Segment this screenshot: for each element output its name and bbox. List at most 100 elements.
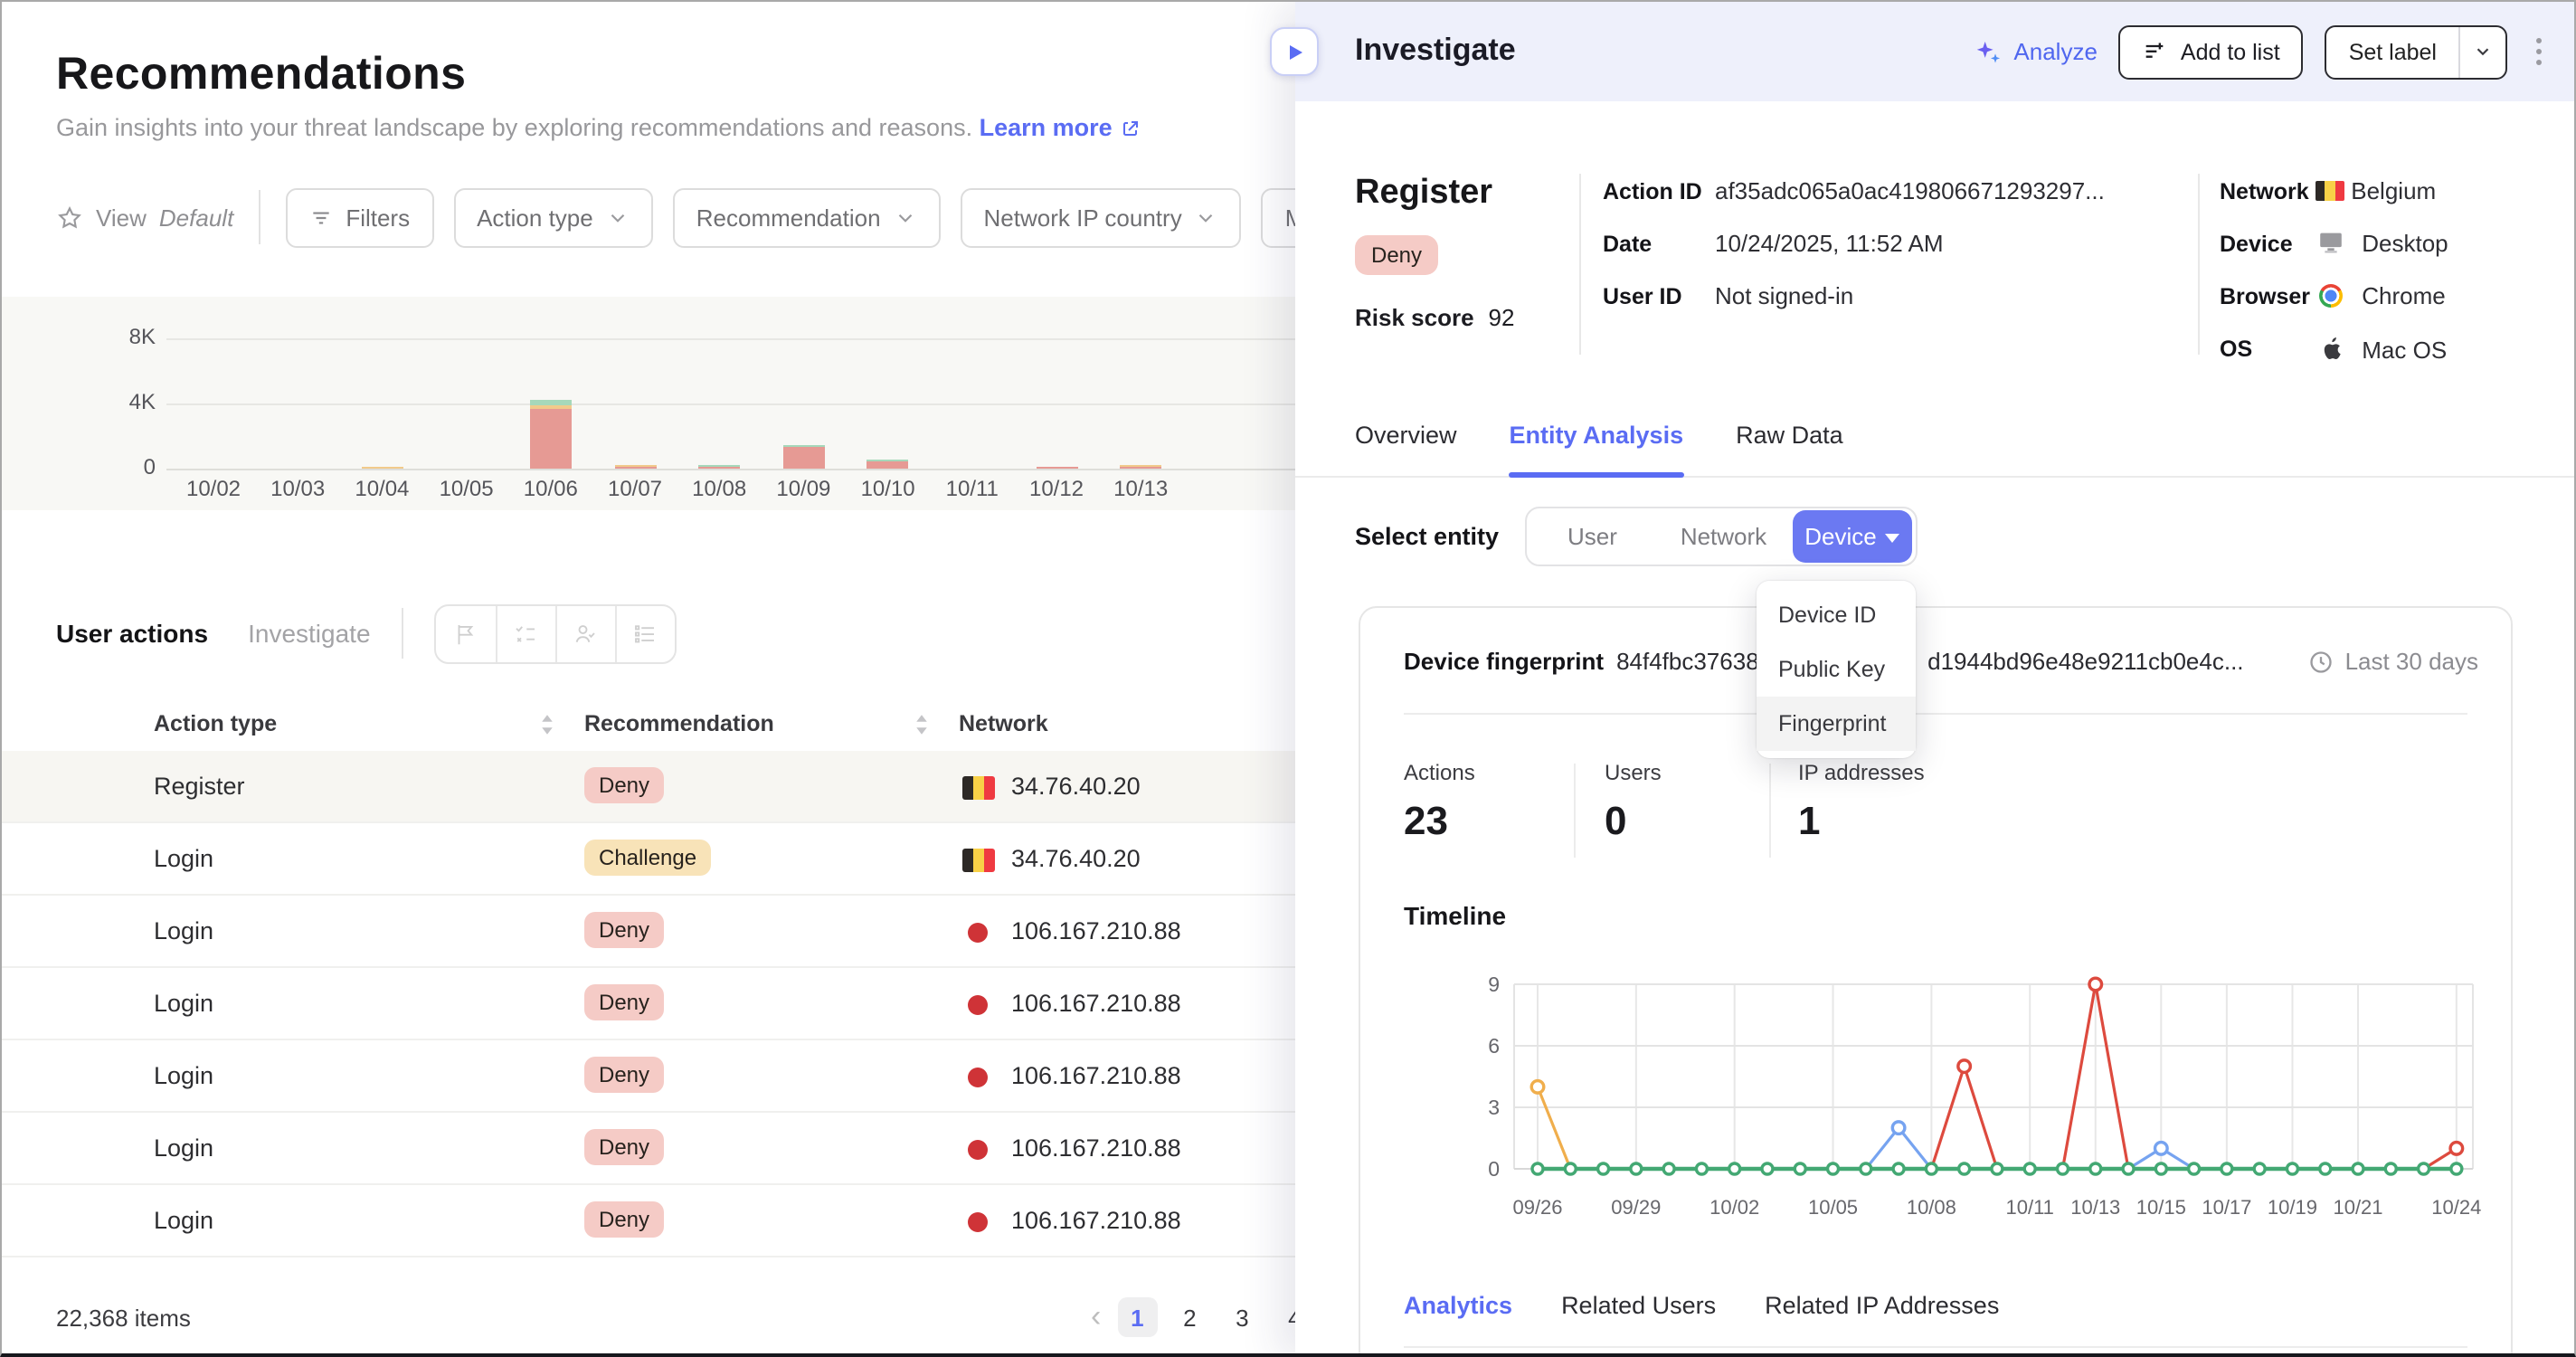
table-row[interactable]: LoginDeny106.167.210.88: [2, 1185, 1295, 1257]
bar-segment-allow: [867, 460, 909, 461]
bar-segment-deny: [1036, 467, 1077, 469]
set-label-button[interactable]: Set label: [2327, 26, 2458, 77]
japan-flag-icon: [968, 1212, 988, 1232]
entity-dropdown-menu: Device ID Public Key Fingerprint: [1757, 581, 1916, 758]
verify-user-action-button[interactable]: [555, 605, 615, 661]
list-action-button[interactable]: [615, 605, 675, 661]
add-to-list-button[interactable]: Add to list: [2119, 24, 2304, 79]
filter-recommendation[interactable]: Recommendation: [673, 187, 941, 247]
x-axis-tick: 10/02: [172, 476, 255, 501]
field-label: Action ID: [1603, 179, 1702, 204]
svg-text:9: 9: [1488, 973, 1500, 996]
page-button-3[interactable]: 3: [1222, 1297, 1262, 1337]
entity-option-device[interactable]: Device: [1793, 510, 1912, 563]
tab-analytics[interactable]: Analytics: [1404, 1292, 1512, 1346]
bar-segment-challenge: [530, 404, 572, 408]
add-to-list-icon: [2143, 39, 2168, 64]
previous-page-button[interactable]: ‹: [1087, 1297, 1104, 1337]
investigate-panel: Investigate Analyze Add to list Set labe…: [1295, 2, 2576, 1357]
table-row[interactable]: RegisterDeny34.76.40.20: [2, 751, 1295, 823]
filter-action-type[interactable]: Action type: [453, 187, 653, 247]
svg-text:10/08: 10/08: [1907, 1196, 1956, 1219]
cell-action-type: Login: [154, 1207, 213, 1234]
collapse-panel-button[interactable]: [1270, 27, 1319, 76]
table-row[interactable]: LoginDeny106.167.210.88: [2, 968, 1295, 1040]
analyze-button[interactable]: Analyze: [1974, 37, 2098, 66]
view-selector[interactable]: View Default: [56, 204, 233, 231]
belgium-flag-icon: [2316, 181, 2344, 201]
flag-icon: [452, 620, 479, 647]
table-row[interactable]: LoginDeny106.167.210.88: [2, 896, 1295, 968]
entity-analysis-card: Device fingerprint 84f4fbc376385 d1944bd…: [1359, 606, 2513, 1357]
sort-icon[interactable]: [539, 713, 555, 736]
menu-item-device-id[interactable]: Device ID: [1757, 588, 1916, 642]
recommendation-badge: Challenge: [584, 840, 711, 876]
more-filters-button[interactable]: More filters: [1262, 187, 1295, 247]
menu-item-public-key[interactable]: Public Key: [1757, 642, 1916, 697]
tab-related-ip-addresses[interactable]: Related IP Addresses: [1765, 1292, 1999, 1346]
clock-icon: [2309, 649, 2334, 674]
recommendations-bar-chart: 04K8K10/0210/0310/0410/0510/0610/0710/08…: [2, 297, 1295, 510]
recommendation-badge: Deny: [584, 767, 664, 803]
y-axis-tick: 4K: [74, 389, 156, 414]
svg-text:09/29: 09/29: [1611, 1196, 1661, 1219]
apple-icon: [2318, 335, 2342, 362]
bar-segment-deny: [782, 448, 824, 469]
page-title: Recommendations: [56, 49, 466, 101]
bar-segment-challenge: [361, 467, 402, 469]
learn-more-link[interactable]: Learn more: [980, 114, 1141, 141]
x-axis-tick: 10/10: [847, 476, 930, 501]
field-label: Network: [2220, 179, 2309, 204]
tab-investigate[interactable]: Investigate: [248, 619, 370, 648]
page-button-4[interactable]: 4: [1274, 1297, 1295, 1337]
filters-button[interactable]: Filters: [286, 187, 433, 247]
set-label-dropdown-button[interactable]: [2458, 26, 2505, 77]
table-row[interactable]: LoginDeny106.167.210.88: [2, 1113, 1295, 1185]
entity-segmented-control: User Network Device: [1525, 507, 1918, 566]
stat-users: Users 0: [1605, 760, 1662, 845]
timeline-title: Timeline: [1404, 901, 1506, 930]
tab-user-actions[interactable]: User actions: [56, 619, 208, 648]
bar-segment-allow: [698, 465, 740, 467]
person-check-icon: [573, 620, 600, 647]
checklist-action-button[interactable]: [496, 605, 555, 661]
stat-actions: Actions 23: [1404, 760, 1475, 845]
svg-text:10/02: 10/02: [1709, 1196, 1759, 1219]
time-range[interactable]: Last 30 days: [2309, 648, 2478, 675]
bar-segment-deny: [614, 467, 656, 469]
menu-item-fingerprint[interactable]: Fingerprint: [1757, 697, 1916, 751]
device-value: Desktop: [2316, 230, 2448, 257]
bulk-actions-toolbar: [434, 603, 677, 663]
filter-network-ip-country[interactable]: Network IP country: [961, 187, 1242, 247]
tab-related-users[interactable]: Related Users: [1561, 1292, 1716, 1346]
filters-row: View Default Filters Action type Recomme…: [56, 186, 1295, 248]
x-axis-tick: 10/06: [509, 476, 592, 501]
chevron-down-icon: [606, 205, 630, 229]
x-axis-tick: 10/11: [931, 476, 1014, 501]
tab-raw-data[interactable]: Raw Data: [1736, 416, 1843, 476]
recommendation-badge: Deny: [1355, 235, 1438, 275]
sort-icon[interactable]: [914, 713, 930, 736]
tab-overview[interactable]: Overview: [1355, 416, 1457, 476]
fingerprint-label: Device fingerprint: [1404, 648, 1604, 675]
entity-option-network[interactable]: Network: [1658, 523, 1789, 550]
tab-entity-analysis[interactable]: Entity Analysis: [1510, 416, 1684, 476]
more-options-button[interactable]: [2529, 31, 2549, 72]
table-row[interactable]: LoginChallenge34.76.40.20: [2, 823, 1295, 896]
view-value: Default: [159, 204, 233, 231]
filter-icon: [309, 205, 333, 229]
bar-segment-deny: [530, 408, 572, 469]
header-actions: Analyze Add to list Set label: [1974, 24, 2549, 80]
recommendation-badge: Deny: [584, 1201, 664, 1238]
table-row[interactable]: LoginDeny106.167.210.88: [2, 1040, 1295, 1113]
select-entity-label: Select entity: [1355, 523, 1499, 550]
investigate-header: Investigate Analyze Add to list Set labe…: [1295, 2, 2576, 101]
cell-network-ip: 106.167.210.88: [1011, 917, 1181, 944]
entity-option-user[interactable]: User: [1527, 523, 1658, 550]
x-axis-tick: 10/04: [340, 476, 423, 501]
divider: [2198, 174, 2200, 355]
bar-segment-challenge: [614, 465, 656, 467]
page-button-2[interactable]: 2: [1170, 1297, 1209, 1337]
flag-action-button[interactable]: [436, 605, 496, 661]
page-button-1[interactable]: 1: [1117, 1297, 1157, 1337]
